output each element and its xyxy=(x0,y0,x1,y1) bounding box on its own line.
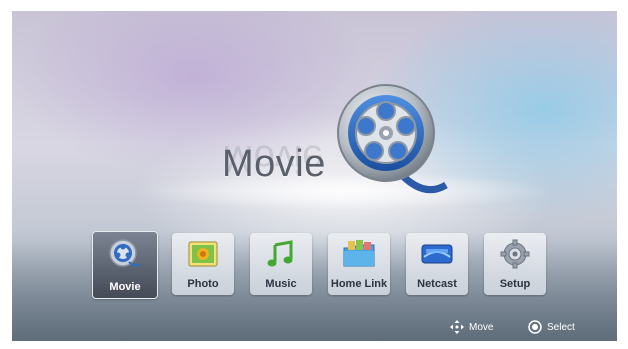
menu-item-photo[interactable]: Photo xyxy=(172,233,234,295)
menu-item-label: Photo xyxy=(187,278,219,290)
home-link-folder-icon xyxy=(343,240,375,267)
move-arrows-icon xyxy=(450,320,464,334)
menu-item-label: Netcast xyxy=(417,278,457,290)
home-menu-screen: Movie Movie Movie Photo Music Home Link … xyxy=(12,11,617,341)
menu-item-netcast[interactable]: Netcast xyxy=(406,233,468,295)
move-hint: Move xyxy=(450,320,493,334)
film-reel-hero-icon xyxy=(337,84,448,194)
select-hint-label: Select xyxy=(547,321,575,333)
gear-icon xyxy=(500,239,530,269)
photo-icon xyxy=(188,241,218,267)
page-title-reflection: Movie xyxy=(222,137,324,179)
menu-item-label: Music xyxy=(265,278,297,290)
select-hint: Select xyxy=(528,320,575,334)
main-menu: Movie Photo Music Home Link Netcast Setu… xyxy=(92,231,552,305)
move-hint-label: Move xyxy=(469,321,494,333)
film-reel-icon xyxy=(109,239,141,267)
menu-item-setup[interactable]: Setup xyxy=(484,233,546,295)
menu-item-label: Home Link xyxy=(330,278,388,290)
music-note-icon xyxy=(267,240,293,267)
menu-item-home-link[interactable]: Home Link xyxy=(328,233,390,295)
netcast-icon xyxy=(421,244,453,264)
menu-item-movie[interactable]: Movie xyxy=(92,231,158,299)
menu-item-label: Setup xyxy=(499,278,531,290)
menu-item-label: Movie xyxy=(109,281,141,293)
select-button-icon xyxy=(528,320,542,334)
menu-item-music[interactable]: Music xyxy=(250,233,312,295)
